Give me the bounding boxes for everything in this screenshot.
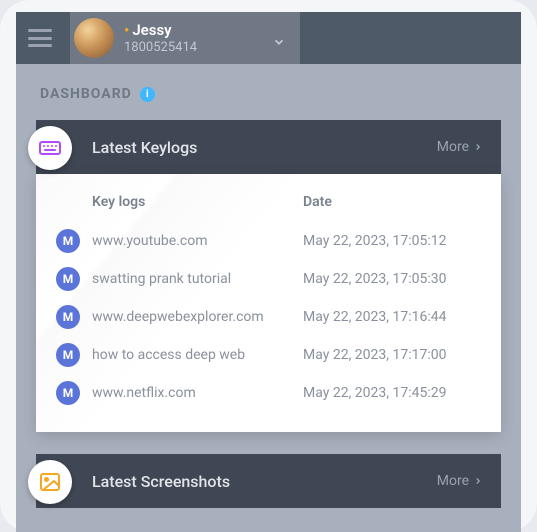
row-text: www.youtube.com — [92, 233, 303, 249]
row-badge-icon: M — [56, 267, 80, 291]
card-title: Latest Keylogs — [92, 138, 197, 157]
more-label: More — [437, 139, 469, 155]
row-date: May 22, 2023, 17:45:29 — [303, 385, 483, 401]
table-row[interactable]: Mhow to access deep webMay 22, 2023, 17:… — [46, 336, 491, 374]
table-row[interactable]: Mwww.deepwebexplorer.comMay 22, 2023, 17… — [46, 298, 491, 336]
table-row[interactable]: Mwww.netflix.comMay 22, 2023, 17:45:29 — [46, 374, 491, 412]
row-text: www.netflix.com — [92, 385, 303, 401]
more-link[interactable]: More — [437, 473, 483, 489]
table-row[interactable]: Mwww.youtube.comMay 22, 2023, 17:05:12 — [46, 222, 491, 260]
profile-name: Jessy — [124, 21, 197, 39]
profile-id: 1800525414 — [124, 40, 197, 55]
card-title: Latest Screenshots — [92, 472, 230, 491]
chevron-right-icon — [473, 476, 483, 486]
row-text: www.deepwebexplorer.com — [92, 309, 303, 325]
more-label: More — [437, 473, 469, 489]
menu-icon[interactable] — [28, 29, 52, 47]
screenshots-card: Latest Screenshots More — [36, 454, 501, 508]
row-badge-icon: M — [56, 343, 80, 367]
profile-selector[interactable]: Jessy 1800525414 — [70, 12, 300, 64]
row-text: swatting prank tutorial — [92, 271, 303, 287]
chevron-down-icon — [272, 34, 286, 53]
avatar — [74, 18, 114, 58]
row-date: May 22, 2023, 17:17:00 — [303, 347, 483, 363]
row-badge-icon: M — [56, 229, 80, 253]
more-link[interactable]: More — [437, 139, 483, 155]
page-title: DASHBOARD — [40, 86, 132, 102]
keylogs-card: Latest Keylogs More Key logs Date Mwww.y… — [36, 120, 501, 432]
column-header-date: Date — [303, 194, 483, 210]
table-row[interactable]: Mswatting prank tutorialMay 22, 2023, 17… — [46, 260, 491, 298]
row-date: May 22, 2023, 17:05:30 — [303, 271, 483, 287]
topbar: Jessy 1800525414 — [16, 12, 521, 64]
row-badge-icon: M — [56, 381, 80, 405]
info-icon[interactable]: i — [140, 87, 155, 102]
column-header-keylogs: Key logs — [92, 194, 303, 210]
chevron-right-icon — [473, 142, 483, 152]
row-text: how to access deep web — [92, 347, 303, 363]
image-icon — [28, 460, 72, 504]
row-date: May 22, 2023, 17:16:44 — [303, 309, 483, 325]
row-date: May 22, 2023, 17:05:12 — [303, 233, 483, 249]
row-badge-icon: M — [56, 305, 80, 329]
keyboard-icon — [28, 126, 72, 170]
